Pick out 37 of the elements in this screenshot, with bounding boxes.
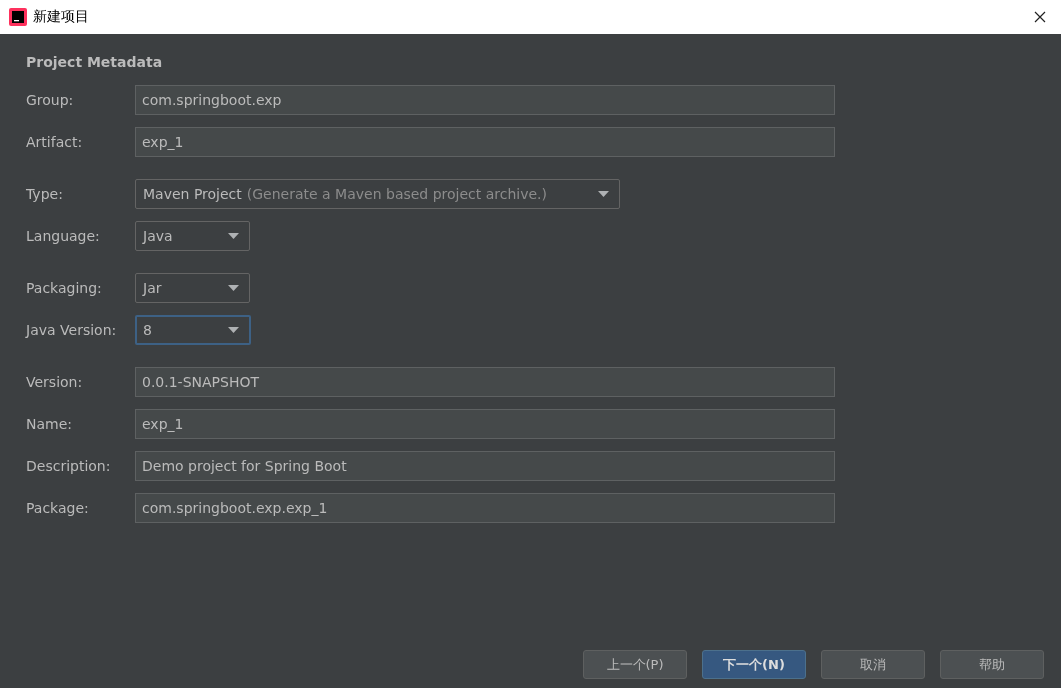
dialog-button[interactable]: 上一个(P)	[583, 650, 687, 679]
window-title: 新建项目	[33, 8, 90, 26]
input-field[interactable]: exp_1	[135, 409, 835, 439]
dropdown-value: 8	[143, 322, 152, 338]
input-field[interactable]: exp_1	[135, 127, 835, 157]
dropdown-value: Jar	[143, 280, 162, 296]
input-field[interactable]: Demo project for Spring Boot	[135, 451, 835, 481]
caret-icon	[228, 327, 239, 333]
app-icon	[9, 8, 27, 26]
dropdown-value: Java	[143, 228, 173, 244]
dialog-button[interactable]: 取消	[821, 650, 925, 679]
section-title: Project Metadata	[26, 54, 164, 70]
dropdown-hint: (Generate a Maven based project archive.)	[246, 186, 549, 202]
field-label: Description:	[26, 458, 112, 474]
field-label: Group:	[26, 92, 75, 108]
dropdown[interactable]: Maven Project (Generate a Maven based project archive.)	[135, 179, 620, 209]
field-label: Artifact:	[26, 134, 84, 150]
dialog-button[interactable]: 下一个(N)	[702, 650, 806, 679]
field-label: Name:	[26, 416, 74, 432]
field-label: Language:	[26, 228, 101, 244]
caret-icon	[228, 285, 239, 291]
field-label: Version:	[26, 374, 84, 390]
close-icon[interactable]	[1034, 11, 1046, 23]
dropdown[interactable]: Jar	[135, 273, 250, 303]
caret-icon	[228, 233, 239, 239]
caret-icon	[598, 191, 609, 197]
field-label: Packaging:	[26, 280, 103, 296]
input-field[interactable]: 0.0.1-SNAPSHOT	[135, 367, 835, 397]
field-label: Type:	[26, 186, 64, 202]
dropdown[interactable]: 8	[135, 315, 251, 345]
input-field[interactable]: com.springboot.exp	[135, 85, 835, 115]
dialog-button[interactable]: 帮助	[940, 650, 1044, 679]
input-field[interactable]: com.springboot.exp.exp_1	[135, 493, 835, 523]
field-label: Package:	[26, 500, 90, 516]
dropdown-value: Maven Project	[143, 186, 242, 202]
dropdown[interactable]: Java	[135, 221, 250, 251]
field-label: Java Version:	[26, 322, 118, 338]
